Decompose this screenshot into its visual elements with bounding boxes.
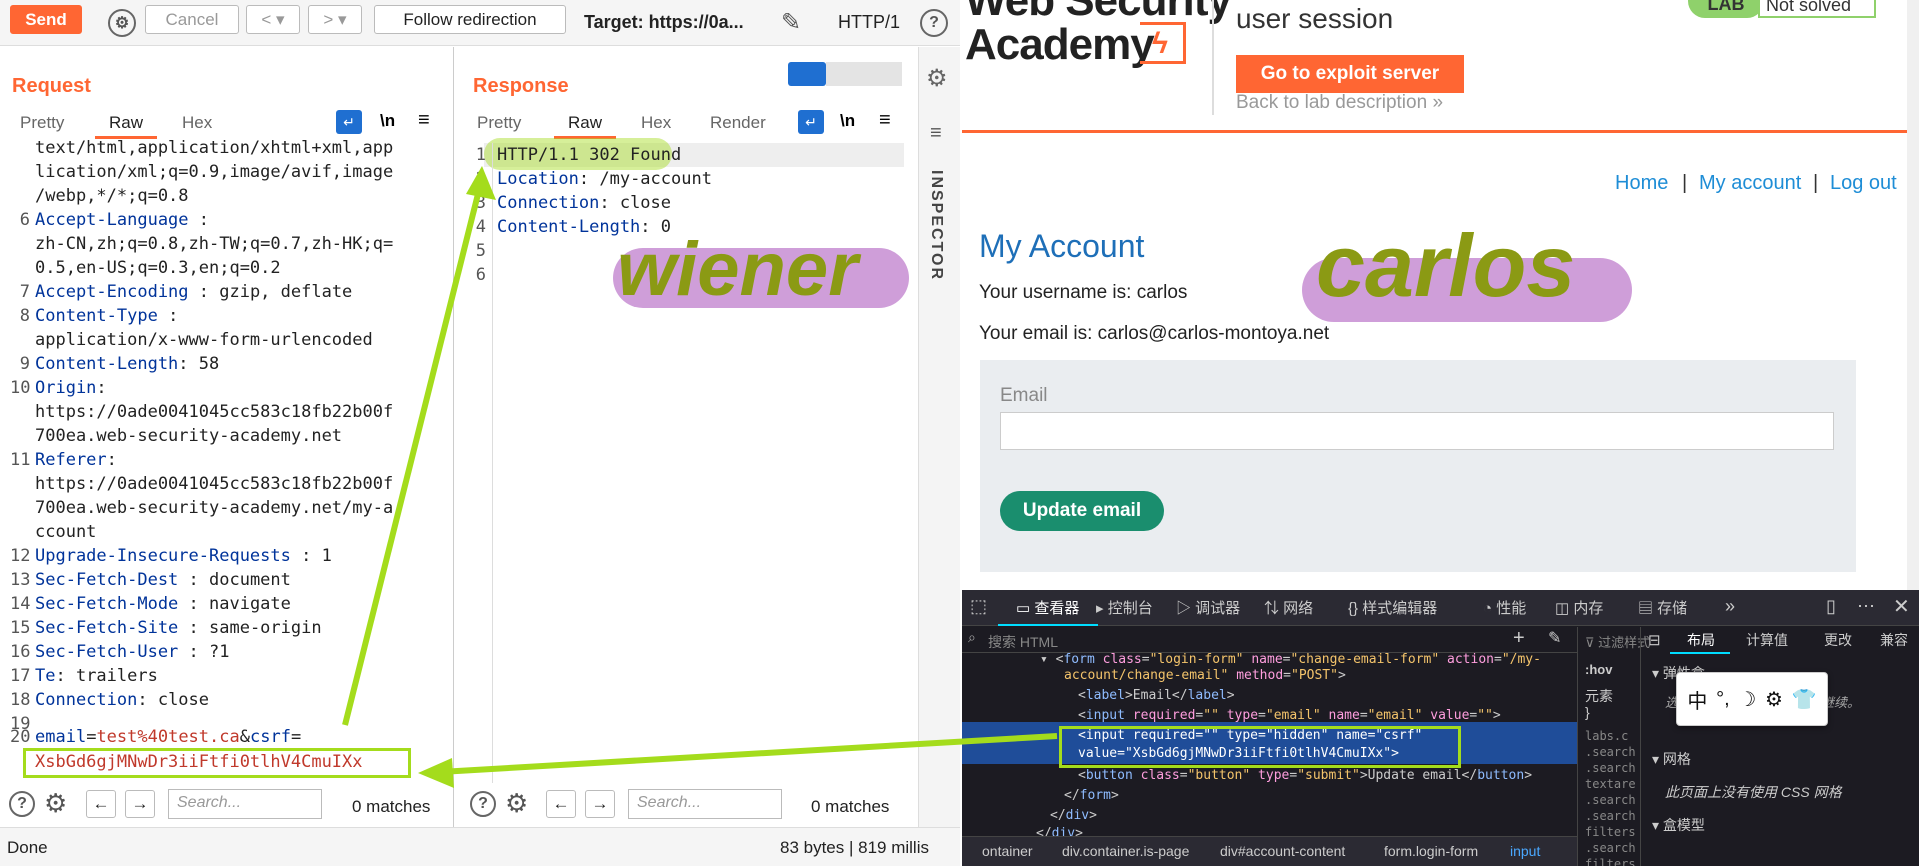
arrow-to-status-line	[342, 177, 485, 726]
arrow-head-up	[466, 166, 496, 200]
arrow-head-left	[418, 758, 454, 788]
annotation-arrows	[342, 166, 1058, 788]
arrow-to-csrf-token	[439, 733, 1058, 775]
